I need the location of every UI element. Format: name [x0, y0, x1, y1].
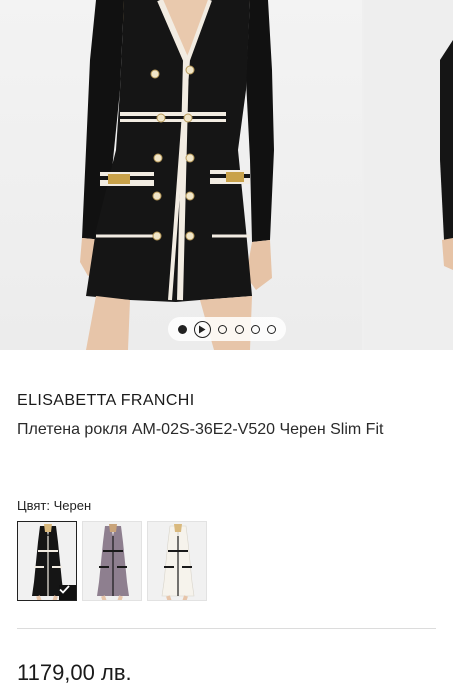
color-swatches: [17, 521, 207, 601]
color-swatch-mauve[interactable]: [82, 521, 142, 601]
pagination-dot-1[interactable]: [177, 324, 187, 334]
dress-photo: [80, 0, 274, 350]
pagination-dot-5[interactable]: [267, 324, 277, 334]
swatch-thumbnail-ivory: [161, 524, 195, 600]
pagination-dot-4[interactable]: [250, 324, 260, 334]
color-swatch-ivory[interactable]: [147, 521, 207, 601]
color-label: Цвят: Черен: [17, 498, 92, 513]
color-swatch-black[interactable]: [17, 521, 77, 601]
dress-photo-next: [440, 40, 453, 270]
product-title: Плетена рокля AM-02S-36E2-V520 Черен Sli…: [17, 421, 384, 438]
product-price: 1179,00 лв.: [17, 660, 132, 685]
pagination-dot-3[interactable]: [234, 324, 244, 334]
product-image-next[interactable]: [364, 0, 453, 350]
play-video-icon[interactable]: [193, 320, 211, 338]
selected-check-icon: [59, 585, 76, 600]
product-image-gallery[interactable]: [0, 0, 453, 350]
product-image-main[interactable]: [0, 0, 362, 350]
product-brand[interactable]: ELISABETTA FRANCHI: [17, 392, 195, 410]
section-divider: [17, 628, 436, 629]
gallery-pagination: [168, 317, 286, 341]
pagination-dot-2[interactable]: [218, 324, 228, 334]
swatch-thumbnail-mauve: [97, 524, 129, 600]
